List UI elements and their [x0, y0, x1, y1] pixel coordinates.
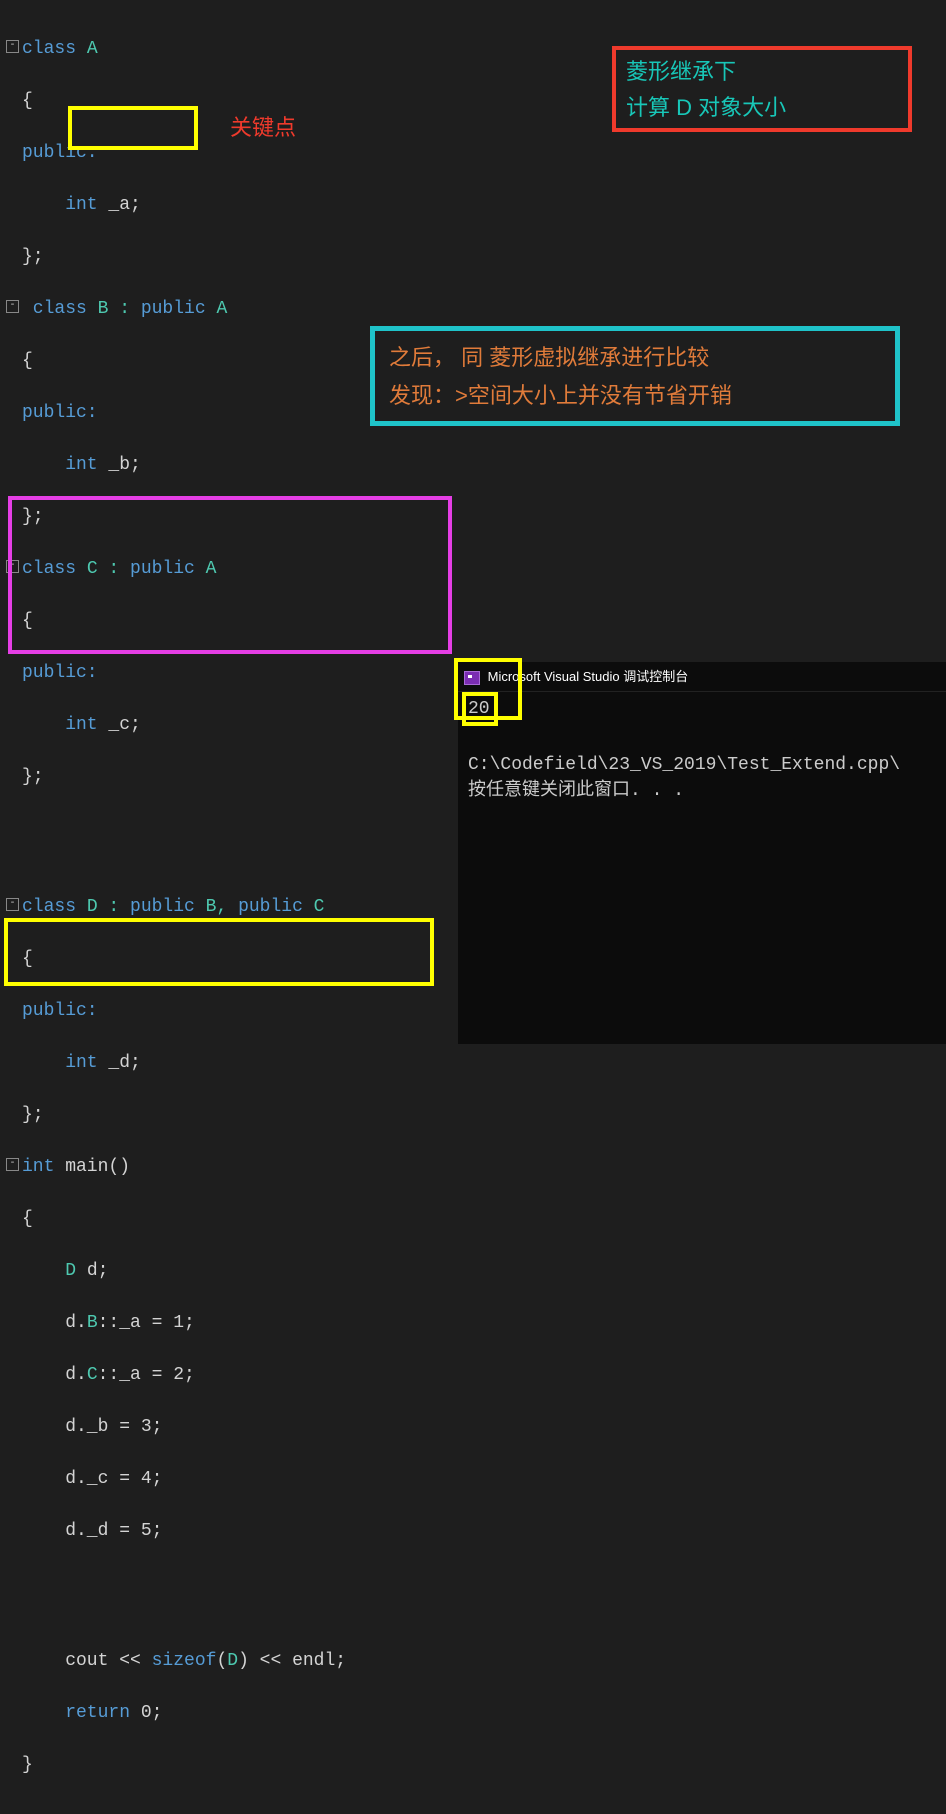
redbox-line2: 计算 D 对象大小: [626, 90, 898, 126]
code-line: d._d = 5;: [4, 1518, 946, 1544]
console-title-text: Microsoft Visual Studio 调试控制台: [488, 669, 689, 684]
code-line: return 0;: [4, 1700, 946, 1726]
code-line: public:: [4, 140, 946, 166]
annotation-redbox: 菱形继承下 计算 D 对象大小: [612, 46, 912, 132]
code-line: };: [4, 504, 946, 530]
console-app-icon: [464, 671, 480, 685]
code-line: }: [4, 1752, 946, 1778]
annotation-tealbox: 之后， 同 菱形虚拟继承进行比较 发现：>空间大小上并没有节省开销: [370, 326, 900, 426]
code-line: d._b = 3;: [4, 1414, 946, 1440]
code-line: d.C::_a = 2;: [4, 1362, 946, 1388]
tealbox-line1: 之后， 同 菱形虚拟继承进行比较: [389, 339, 881, 377]
code-line: D d;: [4, 1258, 946, 1284]
code-line: {: [4, 608, 946, 634]
console-output-value: 20: [462, 692, 498, 726]
code-line: {: [4, 1206, 946, 1232]
code-line: d._c = 4;: [4, 1466, 946, 1492]
console-title-bar: Microsoft Visual Studio 调试控制台: [458, 662, 946, 692]
code-line: cout << sizeof(D) << endl;: [4, 1648, 946, 1674]
console-prompt-line: 按任意键关闭此窗口. . .: [468, 781, 684, 801]
code-line: int _d;: [4, 1050, 946, 1076]
fold-icon[interactable]: -: [6, 898, 19, 911]
code-line: int _b;: [4, 452, 946, 478]
fold-icon[interactable]: -: [6, 1158, 19, 1171]
redbox-line1: 菱形继承下: [626, 54, 898, 90]
fold-icon[interactable]: -: [6, 40, 19, 53]
annotation-keypoint: 关键点: [230, 110, 296, 142]
tealbox-line2: 发现：>空间大小上并没有节省开销: [389, 377, 881, 415]
code-line: -int main(): [4, 1154, 946, 1180]
console-output: 20 C:\Codefield\23_VS_2019\Test_Extend.c…: [458, 692, 946, 808]
console-path-line: C:\Codefield\23_VS_2019\Test_Extend.cpp\: [468, 755, 900, 775]
code-line: -class C : public A: [4, 556, 946, 582]
fold-icon[interactable]: -: [6, 560, 19, 573]
code-line: d.B::_a = 1;: [4, 1310, 946, 1336]
code-line: - class B : public A: [4, 296, 946, 322]
code-line: int _a;: [4, 192, 946, 218]
debug-console[interactable]: Microsoft Visual Studio 调试控制台 20 C:\Code…: [458, 662, 946, 1044]
code-line: };: [4, 244, 946, 270]
code-line: };: [4, 1102, 946, 1128]
fold-icon[interactable]: -: [6, 300, 19, 313]
